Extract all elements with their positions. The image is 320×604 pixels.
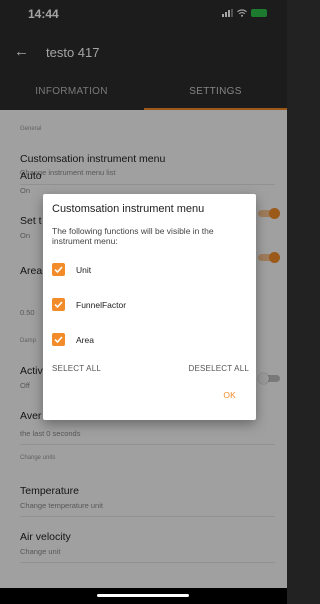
checkbox-checked-icon[interactable]	[52, 298, 65, 311]
dialog-description: The following functions will be visible …	[52, 226, 214, 246]
option-area[interactable]: Area	[52, 333, 242, 349]
option-unit[interactable]: Unit	[52, 263, 242, 279]
deselect-all-button[interactable]: DESELECT ALL	[188, 364, 249, 373]
checkbox-checked-icon[interactable]	[52, 333, 65, 346]
option-funnel-factor[interactable]: FunnelFactor	[52, 298, 242, 314]
customisation-dialog: Customsation instrument menu The followi…	[43, 194, 256, 420]
dialog-title: Customsation instrument menu	[52, 203, 205, 215]
checkbox-checked-icon[interactable]	[52, 263, 65, 276]
select-all-button[interactable]: SELECT ALL	[52, 364, 101, 373]
system-nav-bar	[0, 588, 287, 604]
option-label: Unit	[76, 265, 92, 275]
home-indicator[interactable]	[97, 594, 189, 597]
option-label: Area	[76, 335, 94, 345]
option-label: FunnelFactor	[76, 300, 127, 310]
ok-button[interactable]: OK	[223, 390, 236, 400]
